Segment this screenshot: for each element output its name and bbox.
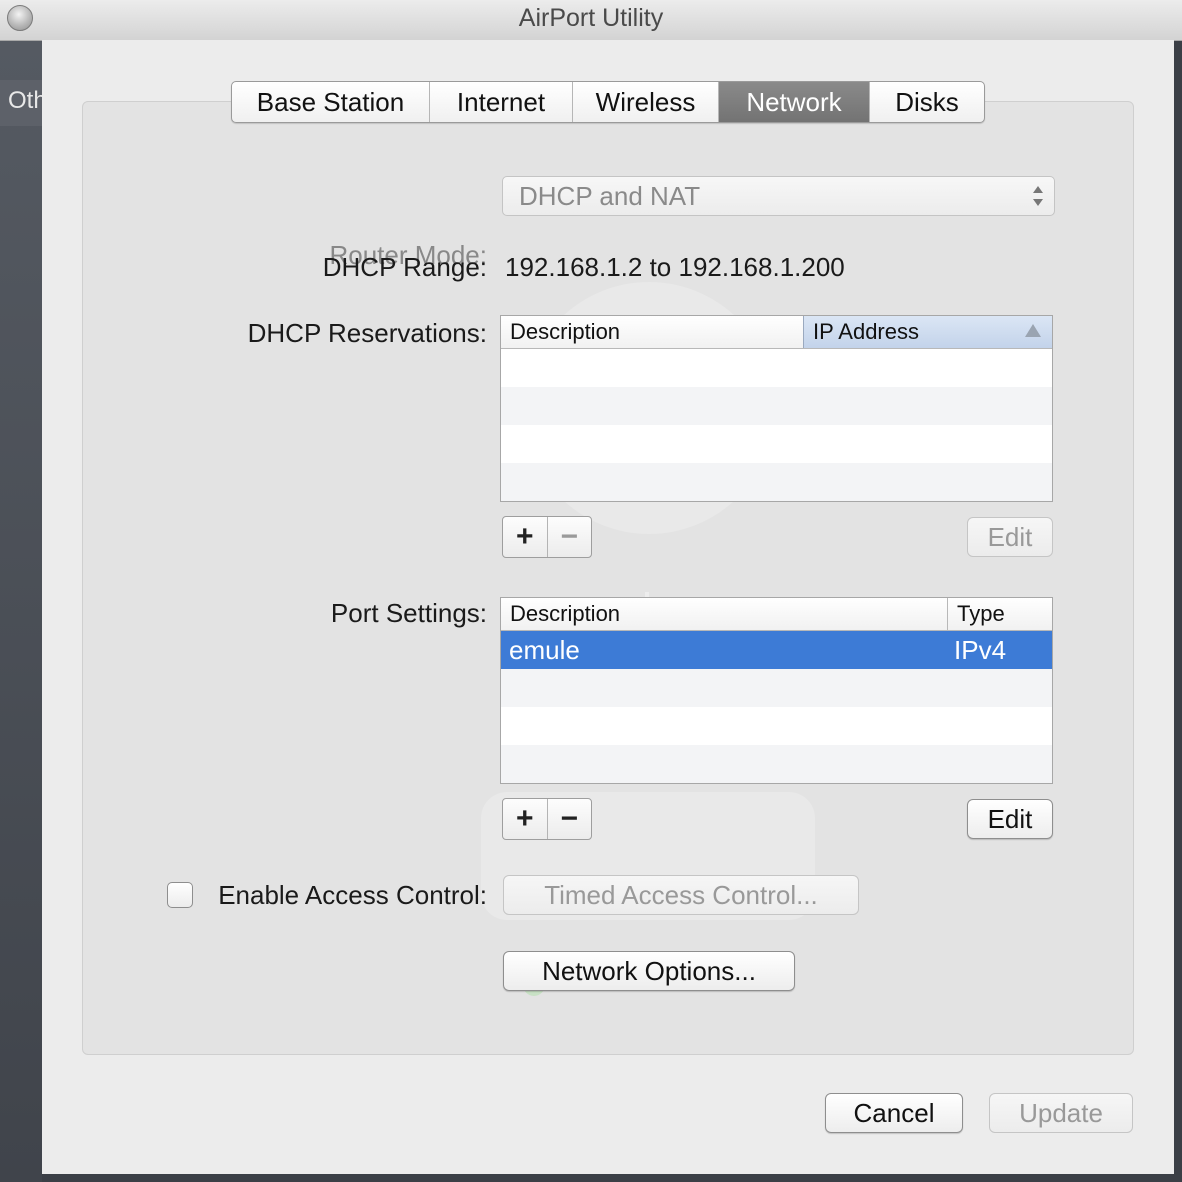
tab-panel: Router Mode: DHCP and NAT DHCP Range: 19…: [82, 101, 1134, 1055]
dhcp-reservations-label: DHCP Reservations:: [247, 318, 487, 348]
router-mode-popup[interactable]: DHCP and NAT: [502, 176, 1055, 216]
router-mode-value: DHCP and NAT: [519, 181, 701, 211]
enable-access-control-checkbox[interactable]: [167, 882, 193, 908]
table-row: [501, 669, 1052, 707]
tab-bar: Base Station Internet Wireless Network D…: [231, 81, 985, 123]
port-settings-table[interactable]: Description Type emule IPv4: [500, 597, 1053, 784]
reservations-add-button[interactable]: +: [503, 517, 547, 557]
cancel-button[interactable]: Cancel: [825, 1093, 963, 1133]
update-button[interactable]: Update: [989, 1093, 1133, 1133]
background-sidebar: [0, 40, 42, 1182]
reservations-edit-button[interactable]: Edit: [967, 517, 1053, 557]
ports-remove-button[interactable]: −: [546, 799, 592, 839]
ports-add-button[interactable]: +: [503, 799, 547, 839]
window-title: AirPort Utility: [518, 4, 664, 32]
dhcp-reservations-table[interactable]: Description IP Address: [500, 315, 1053, 502]
dhcp-range-label: DHCP Range:: [322, 252, 487, 282]
tab-internet[interactable]: Internet: [430, 82, 573, 122]
ports-add-remove: + −: [502, 798, 592, 840]
reservations-remove-button[interactable]: −: [546, 517, 592, 557]
column-header-type[interactable]: Type: [947, 598, 1052, 630]
table-header: Description IP Address: [501, 316, 1052, 349]
settings-sheet: Router Mode: DHCP and NAT DHCP Range: 19…: [42, 40, 1174, 1174]
tab-disks[interactable]: Disks: [870, 82, 984, 122]
enable-access-control-label: Enable Access Control:: [218, 880, 487, 910]
background-sidebar-text: Oth: [8, 87, 47, 114]
table-header: Description Type: [501, 598, 1052, 631]
tab-base-station[interactable]: Base Station: [232, 82, 430, 122]
table-row-selected[interactable]: emule IPv4: [501, 631, 1052, 669]
reservations-add-remove: + −: [502, 516, 592, 558]
timed-access-control-button[interactable]: Timed Access Control...: [503, 875, 859, 915]
ports-edit-button[interactable]: Edit: [967, 799, 1053, 839]
column-header-ip-address-label: IP Address: [813, 319, 919, 344]
table-row: [501, 463, 1052, 501]
table-row: [501, 349, 1052, 387]
dhcp-range-value: 192.168.1.2 to 192.168.1.200: [505, 252, 845, 282]
column-header-description[interactable]: Description: [501, 316, 803, 348]
table-row: [501, 707, 1052, 745]
popup-arrows-icon: [1033, 186, 1043, 206]
table-row: [501, 387, 1052, 425]
tab-wireless[interactable]: Wireless: [573, 82, 719, 122]
table-row: [501, 425, 1052, 463]
title-bar: AirPort Utility: [0, 0, 1182, 41]
tab-network[interactable]: Network: [719, 82, 870, 122]
sort-ascending-icon: [1025, 324, 1041, 337]
port-settings-label: Port Settings:: [330, 598, 487, 628]
network-options-button[interactable]: Network Options...: [503, 951, 795, 991]
column-header-ip-address[interactable]: IP Address: [803, 316, 1052, 348]
port-type-cell: IPv4: [954, 635, 1007, 665]
table-row: [501, 745, 1052, 783]
port-description-cell: emule: [509, 635, 580, 665]
column-header-description[interactable]: Description: [501, 598, 947, 630]
